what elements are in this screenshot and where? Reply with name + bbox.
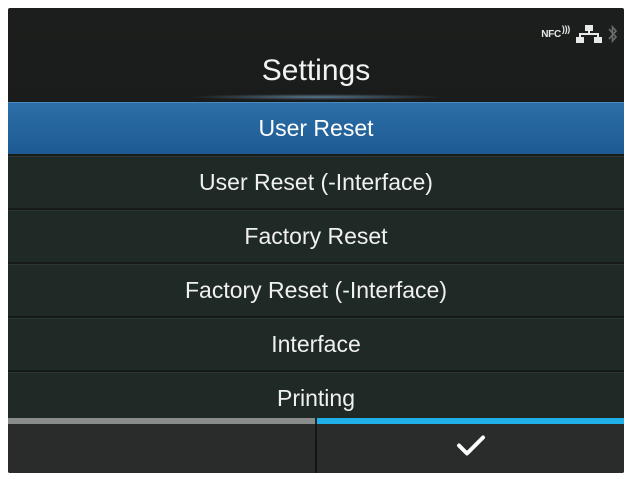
status-bar: NFC ))) [541, 22, 618, 46]
softkey-confirm[interactable] [317, 418, 624, 473]
menu-item-user-reset-interface[interactable]: User Reset (-Interface) [8, 156, 624, 208]
menu-item-label: Printing [277, 385, 355, 411]
softkey-bar [8, 418, 624, 473]
menu-item-factory-reset-interface[interactable]: Factory Reset (-Interface) [8, 264, 624, 316]
page-title: Settings [261, 54, 371, 87]
menu-item-label: Factory Reset [244, 223, 388, 249]
menu-item-label: User Reset (-Interface) [199, 169, 433, 195]
bluetooth-icon [608, 24, 618, 44]
menu-item-printing[interactable]: Printing [8, 372, 624, 424]
title-underline-glow [188, 94, 444, 100]
menu-item-label: Factory Reset (-Interface) [184, 277, 448, 303]
softkey-left[interactable] [8, 418, 315, 473]
menu-item-interface[interactable]: Interface [8, 318, 624, 370]
softkey-left-indicator [8, 418, 315, 424]
settings-menu: User Reset User Reset (-Interface) Facto… [8, 102, 624, 426]
menu-item-user-reset[interactable]: User Reset [8, 102, 624, 154]
lan-icon [576, 25, 602, 43]
menu-item-label: User Reset [258, 115, 374, 141]
menu-item-label: Interface [271, 331, 361, 357]
check-icon [456, 435, 486, 462]
softkey-right-indicator [317, 418, 624, 424]
printer-lcd-screen: NFC ))) Settings User Reset User Reset (… [8, 8, 624, 473]
menu-item-factory-reset[interactable]: Factory Reset [8, 210, 624, 262]
nfc-icon: NFC ))) [541, 23, 570, 40]
nfc-label: NFC [541, 28, 561, 40]
